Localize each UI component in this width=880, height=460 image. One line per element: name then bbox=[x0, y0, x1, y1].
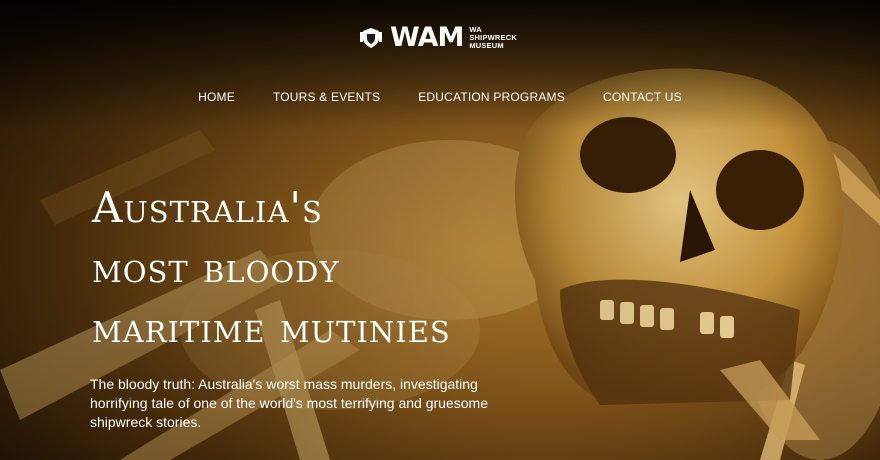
header-overlay bbox=[0, 0, 880, 130]
logo-subtitle-line: MUSEUM bbox=[469, 41, 504, 50]
hero-title-line: most bloody bbox=[92, 243, 340, 292]
nav-item-contact-us[interactable]: CONTACT US bbox=[603, 90, 682, 104]
coat-of-arms-icon bbox=[360, 28, 382, 48]
hero-title: Australia's most bloody maritime mutinie… bbox=[92, 178, 451, 358]
hero-section: WAM WA SHIPWRECK MUSEUM HOME TOURS & EVE… bbox=[0, 0, 880, 460]
hero-title-line: Australia's bbox=[92, 183, 323, 232]
nav-item-tours-events[interactable]: TOURS & EVENTS bbox=[273, 90, 380, 104]
hero-title-line: maritime mutinies bbox=[92, 303, 451, 352]
nav-item-education-programs[interactable]: EDUCATION PROGRAMS bbox=[418, 90, 565, 104]
site-logo[interactable]: WAM WA SHIPWRECK MUSEUM bbox=[358, 22, 517, 53]
nav-item-home[interactable]: HOME bbox=[198, 90, 235, 104]
main-nav: HOME TOURS & EVENTS EDUCATION PROGRAMS C… bbox=[0, 90, 880, 104]
logo-subtitle: WA SHIPWRECK MUSEUM bbox=[469, 26, 517, 50]
logo-wordmark: WAM bbox=[390, 22, 464, 53]
hero-description: The bloody truth: Australia's worst mass… bbox=[90, 376, 488, 430]
